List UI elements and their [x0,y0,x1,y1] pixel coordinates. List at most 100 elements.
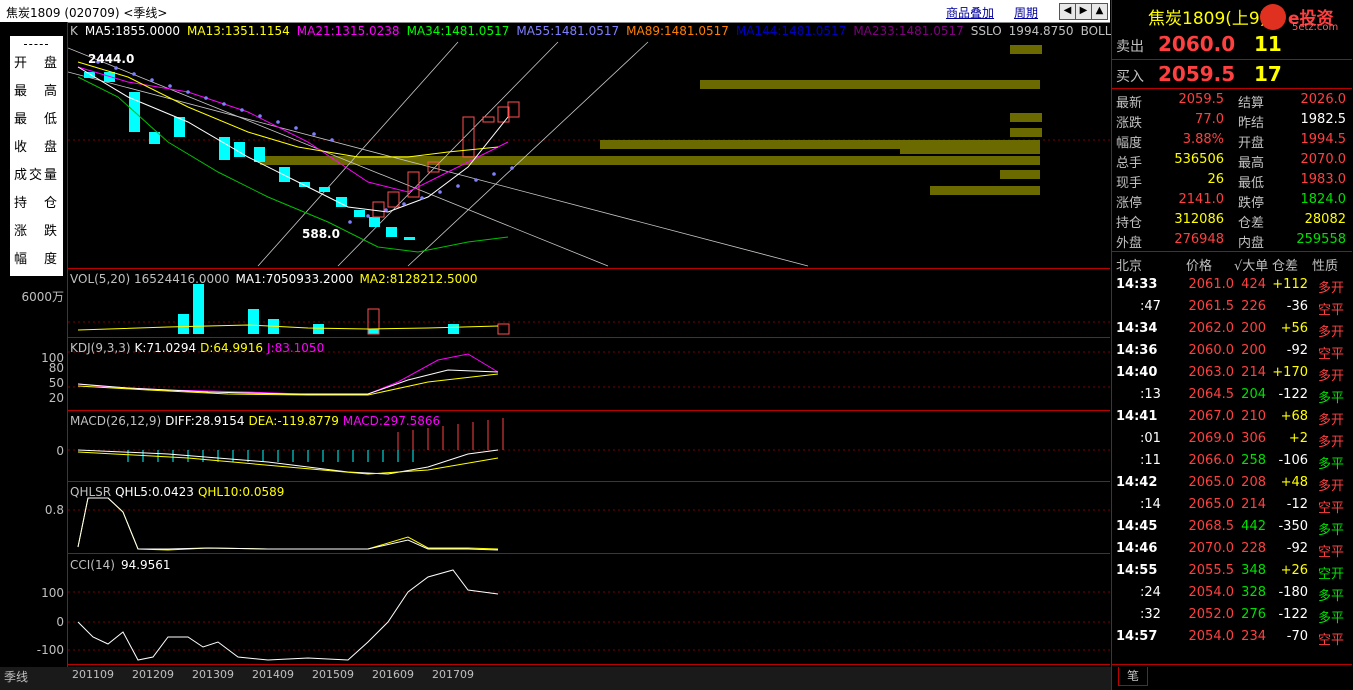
sar-dot [402,202,406,206]
brand-sub: 5etz.com [1292,22,1339,33]
cci-y-label: -100 [36,643,64,657]
candle-down [354,210,365,217]
quote-value: 312086 [1174,212,1224,227]
quote-label: 结算 [1238,96,1265,111]
legend-item: MA13:1351.1154 [187,24,290,38]
quote-value: 1994.5 [1300,132,1347,147]
kdj-d-line [77,373,499,396]
candle-down [104,72,115,82]
quote-value: 3.88% [1182,132,1224,147]
kdj-legend: KDJ(9,3,3) K:71.0294 D:64.9916 J:83.1050 [70,341,328,355]
tick-row[interactable]: 14:55 2055.5 348 +26 空开 [1112,560,1352,582]
tick-row[interactable]: 14:46 2070.0 228 -92 空平 [1112,538,1352,560]
sar-dot [168,84,172,88]
quote-row: 持仓 312086 仓差 28082 [1112,210,1352,231]
legend-item: D:64.9916 [200,341,263,355]
tick-nature: 多开 [1318,369,1345,384]
tick-row[interactable]: 14:36 2060.0 200 -92 空平 [1112,340,1352,362]
scroll-left-button[interactable]: ◀ [1059,3,1076,20]
sar-dot [312,132,316,136]
menu-divider [24,44,48,45]
legend-item: DIFF:28.9154 [165,414,245,428]
menu-item-high[interactable]: 最 高 [10,80,63,99]
volume-bar [448,324,459,334]
candle-down [84,72,95,78]
tick-nature: 多平 [1318,523,1345,538]
tick-row[interactable]: 14:45 2068.5 442 -350 多平 [1112,516,1352,538]
legend-item: MA21:1315.0238 [296,24,400,38]
quote-label: 持仓 [1116,216,1143,231]
quote-label: 涨跌 [1116,116,1143,131]
tick-nature: 多开 [1318,413,1345,428]
quote-row: 外盘 276948 内盘 259558 [1112,230,1352,251]
menu-item-open[interactable]: 开 盘 [10,52,63,71]
sar-dot [474,178,478,182]
tick-row[interactable]: 14:40 2063.0 214 +170 多开 [1112,362,1352,384]
menu-item-position[interactable]: 持 仓 [10,192,63,211]
menu-item-percent[interactable]: 幅 度 [10,248,63,267]
tick-volume: 442 [1241,519,1266,534]
legend-item: MA55:1481.0517 [516,24,620,38]
menu-item-close[interactable]: 收 盘 [10,136,63,155]
candle-up [507,101,520,118]
quote-divider [1112,59,1352,60]
tick-row[interactable]: :32 2052.0 276 -122 多平 [1112,604,1352,626]
tick-row[interactable]: :13 2064.5 204 -122 多平 [1112,384,1352,406]
legend-item: DEA:-119.8779 [248,414,339,428]
tick-volume: 200 [1241,343,1266,358]
tick-diff: -180 [1278,585,1308,600]
panel-divider [68,664,1110,665]
tick-volume: 348 [1241,563,1266,578]
volume-profile-bar [930,186,1040,195]
tick-volume: 200 [1241,321,1266,336]
tick-diff: +48 [1280,475,1308,490]
quote-label: 最高 [1238,156,1265,171]
candle-down [279,167,290,182]
quote-label: 现手 [1116,176,1143,191]
tick-diff: +2 [1288,431,1308,446]
tick-row[interactable]: :24 2054.0 328 -180 多平 [1112,582,1352,604]
tick-row[interactable]: :14 2065.0 214 -12 空平 [1112,494,1352,516]
period-link[interactable]: 周期 [1014,4,1038,21]
x-tick-label: 201509 [312,668,354,681]
trend-line [407,41,649,267]
tick-row[interactable]: 14:41 2067.0 210 +68 多开 [1112,406,1352,428]
tick-row[interactable]: 14:33 2061.0 424 +112 多开 [1112,274,1352,296]
legend-item: MA34:1481.0517 [406,24,510,38]
legend-item: J:83.1050 [267,341,325,355]
tick-volume: 226 [1241,299,1266,314]
x-tick-label: 201209 [132,668,174,681]
quote-value: 28082 [1304,212,1346,227]
menu-item-volume[interactable]: 成交量 [10,164,63,183]
quote-value: 1983.0 [1300,172,1347,187]
tab-ticks[interactable]: 笔 [1118,667,1148,686]
zoom-in-button[interactable]: ▲ [1091,3,1108,20]
period-label[interactable]: 季线 [4,668,28,685]
tick-diff: -122 [1278,387,1308,402]
legend-item: MA1:7050933.2000 [235,272,354,286]
tick-row[interactable]: 14:42 2065.0 208 +48 多开 [1112,472,1352,494]
tick-nature: 空开 [1318,567,1345,582]
tick-diff: +26 [1280,563,1308,578]
sar-dot [240,108,244,112]
menu-item-low[interactable]: 最 低 [10,108,63,127]
tick-row[interactable]: :11 2066.0 258 -106 多平 [1112,450,1352,472]
tick-row[interactable]: :01 2069.0 306 +2 多开 [1112,428,1352,450]
buy-volume: 17 [1254,62,1282,86]
overlay-commodity-link[interactable]: 商品叠加 [946,4,994,21]
tick-time: :24 [1140,585,1161,600]
scroll-right-button[interactable]: ▶ [1075,3,1092,20]
quote-value: 536506 [1174,152,1224,167]
legend-item: MA144:1481.0517 [735,24,847,38]
chart-title-bar: 焦炭1809 (020709) <季线> 商品叠加 周期 ◀ ▶ ▲ [0,0,1110,23]
tick-time: 14:36 [1116,343,1158,358]
main-legend: K MA5:1855.0000 MA13:1351.1154 MA21:1315.02… [70,24,1219,38]
tick-col-bigorder[interactable]: √大单 [1234,255,1268,274]
tick-row[interactable]: :47 2061.5 226 -36 空平 [1112,296,1352,318]
quote-label: 开盘 [1238,136,1265,151]
tick-row[interactable]: 14:57 2054.0 234 -70 空平 [1112,626,1352,648]
menu-item-change[interactable]: 涨 跌 [10,220,63,239]
tick-row[interactable]: 14:34 2062.0 200 +56 多开 [1112,318,1352,340]
quote-panel: 焦炭1809(上9) e投资 5etz.com 卖出 2060.0 11 买入 … [1111,0,1353,690]
sar-dot [150,78,154,82]
